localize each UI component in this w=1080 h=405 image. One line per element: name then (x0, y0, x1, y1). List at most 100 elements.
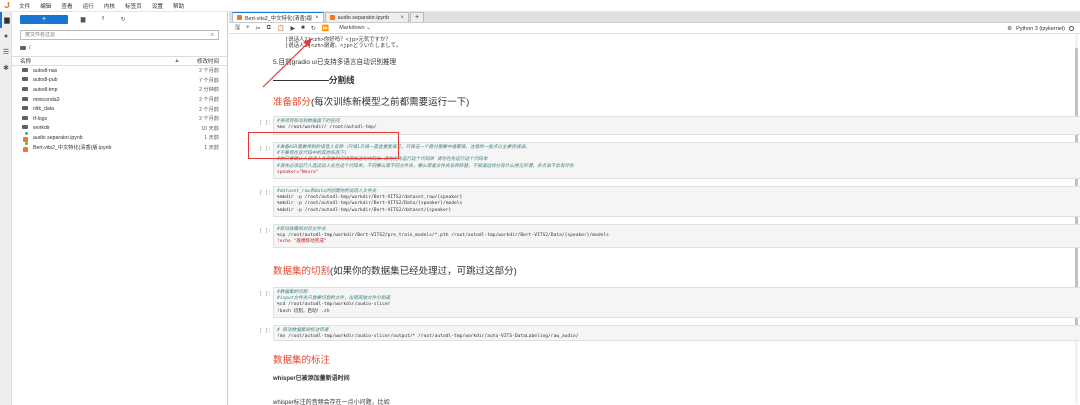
list-icon[interactable]: ☰ (0, 44, 12, 60)
file-name: workdir (33, 125, 50, 132)
close-icon[interactable]: × (315, 15, 319, 21)
menu-item[interactable]: 帮助 (168, 2, 189, 10)
code-editor[interactable]: #数据集的切割 #input文件夹只放要切割的文件，出错再放文件分割箱 %cd /r… (273, 287, 1080, 318)
new-launcher-button[interactable]: + (20, 14, 68, 24)
run-icon[interactable]: ▶ (290, 25, 295, 32)
file-filter-input[interactable] (25, 32, 205, 38)
file-row[interactable]: tf-logs 2 个月前 (12, 114, 227, 124)
file-name: tf-logs (33, 115, 48, 122)
menu-bar: ᒍ 文件 编辑 查看 运行 内核 标签页 设置 帮助 (0, 0, 1080, 12)
section-heading: 准备部分(每次训练新模型之前都需要运行一下) (273, 97, 470, 108)
file-modified: 2 个月前 (199, 97, 219, 104)
refresh-icon[interactable]: ↻ (118, 16, 128, 23)
browser-toolbar: + ▆ ⭱ ↻ (12, 12, 227, 26)
plus-icon: + (415, 14, 420, 21)
folder-icon (20, 115, 30, 122)
stop-icon[interactable]: ■ (301, 25, 305, 31)
cell-prompt: [ ]: (259, 329, 271, 334)
folder-icon (20, 46, 26, 50)
file-modified: 1 天前 (204, 135, 219, 142)
restart-run-all-icon[interactable]: ⏩ (322, 25, 329, 32)
tab-bert-vits2[interactable]: Bert-vits2_中文特化(清香)版 × (232, 12, 324, 22)
notebook-icon (20, 141, 30, 154)
menu-item[interactable]: 标签页 (120, 2, 147, 10)
kernel-name: Python 3 (ipykernel) (1016, 25, 1065, 32)
list-item: 5.目前gradio ui已支持多语言自动识别推理 (273, 59, 397, 66)
file-row[interactable]: autodl-pub 7 个月前 (12, 76, 227, 86)
copy-icon[interactable]: ⧉ (267, 25, 271, 32)
file-filter: ⌕ (20, 30, 219, 40)
search-icon: ⌕ (210, 31, 214, 38)
section-heading: 数据集的切割(如果你的数据集已经处理过，可跳过这部分) (273, 266, 517, 277)
file-row[interactable]: audio separator.ipynb 1 天前 (12, 132, 227, 143)
file-row[interactable]: Bert-vits2_中文特化(清香)版.ipynb 1 天前 (12, 141, 227, 154)
file-row[interactable]: nltk_data 2 个月前 (12, 104, 227, 114)
restart-icon[interactable]: ↻ (311, 25, 316, 32)
cell-prompt: [ ]: (259, 229, 271, 234)
menu-item[interactable]: 编辑 (35, 2, 56, 10)
divider-heading: 分割线 (273, 74, 355, 86)
example-text: [说话人2]<zh>你好吗？<jp>元気ですか？ [说话人3]<zh>谢谢。<j… (285, 37, 401, 49)
sort-caret-icon[interactable]: ▲ (167, 58, 187, 64)
menu-item[interactable]: 运行 (78, 2, 99, 10)
file-row[interactable]: autodl-nas 2 个月前 (12, 66, 227, 76)
kernel-status-icon (1069, 26, 1074, 31)
kernel-indicator[interactable]: ⚙ Python 3 (ipykernel) (1007, 23, 1074, 34)
main-area: Bert-vits2_中文特化(清香)版 × audio separator.i… (229, 12, 1080, 405)
notebook-toolbar: 🖫 + ✂ ⧉ 📋 ▶ ■ ↻ ⏩ Markdown ⌄ (229, 23, 1080, 34)
jupyter-logo-icon: ᒍ (4, 1, 10, 10)
file-name: nltk_data (33, 106, 55, 113)
file-name: autodl-pub (33, 77, 58, 84)
puzzle-icon[interactable]: ✱ (0, 60, 12, 76)
code-editor[interactable]: #移动底模到对应文件夹 %cp /root/autodl-tmp/workdir/… (273, 224, 1080, 248)
whisper-heading: whisper已被添加量新语时间 (273, 376, 350, 382)
cell-prompt: [ ]: (259, 121, 271, 126)
folder-icon (20, 86, 30, 93)
new-folder-icon[interactable]: ▆ (78, 16, 88, 23)
code-line: !echo "底模移动完成" (277, 239, 327, 245)
section-heading: 数据集的标注 (273, 355, 331, 366)
cell-prompt: [ ]: (259, 292, 271, 297)
menu-item[interactable]: 文件 (14, 2, 35, 10)
annotation-highlight-box (248, 132, 399, 159)
menu-item[interactable]: 设置 (147, 2, 168, 10)
menu-item[interactable]: 内核 (99, 2, 120, 10)
upload-icon[interactable]: ⭱ (98, 14, 108, 24)
new-tab-button[interactable]: + (410, 12, 425, 22)
file-row[interactable]: miniconda3 2 个月前 (12, 95, 227, 105)
file-modified: 2 分钟前 (199, 87, 219, 94)
notebook-content: [说话人2]<zh>你好吗？<jp>元気ですか？ [说话人3]<zh>谢谢。<j… (229, 35, 1080, 405)
column-modified-header[interactable]: 修改时间 (187, 57, 227, 65)
tab-audio-separator[interactable]: audio separator.ipynb × (324, 12, 410, 22)
save-icon[interactable]: 🖫 (235, 23, 240, 33)
notebook-icon (329, 15, 335, 20)
running-icon[interactable]: ● (0, 28, 12, 44)
code-editor[interactable]: # 移动数据集到标注目录 !mv /root/autodl-tmp/workdir… (273, 325, 1080, 341)
folder-icon[interactable]: ▆ (0, 12, 12, 28)
code-line: %mv /root/workdir/ /root/autodl-tmp/ (277, 125, 377, 131)
divider-line (273, 80, 301, 82)
breadcrumb[interactable]: / (20, 44, 219, 52)
code-line: %mkdir -p /root/autodl-tmp/workdir/Bert-… (277, 207, 452, 213)
tab-bar: Bert-vits2_中文特化(清香)版 × audio separator.i… (229, 12, 1080, 23)
insert-cell-icon[interactable]: + (246, 25, 250, 31)
folder-icon (20, 96, 30, 103)
file-row[interactable]: workdir 10 天前 (12, 124, 227, 134)
menu-item[interactable]: 查看 (56, 2, 77, 10)
folder-icon (20, 106, 30, 112)
close-icon[interactable]: × (392, 15, 405, 21)
file-row[interactable]: autodl-tmp 2 分钟前 (12, 85, 227, 95)
column-name-header[interactable]: 名称 (12, 57, 167, 65)
code-line: !mv /root/autodl-tmp/workdir/audio-slice… (277, 334, 579, 340)
paste-icon[interactable]: 📋 (277, 25, 284, 32)
cell-type-select[interactable]: Markdown ⌄ (335, 25, 371, 31)
cell-prompt: [ ]: (259, 191, 271, 196)
breadcrumb-path: / (29, 45, 31, 51)
cut-icon[interactable]: ✂ (256, 25, 261, 32)
file-modified: 7 个月前 (199, 77, 219, 84)
file-name: audio separator.ipynb (33, 134, 83, 141)
file-list-header: 名称 ▲ 修改时间 (12, 56, 227, 66)
code-editor[interactable]: #dataset_raw和data内创建你的说话人文件夹 %mkdir -p /r… (273, 186, 1080, 217)
file-modified: 1 天前 (204, 145, 219, 152)
file-modified: 2 个月前 (199, 116, 219, 123)
